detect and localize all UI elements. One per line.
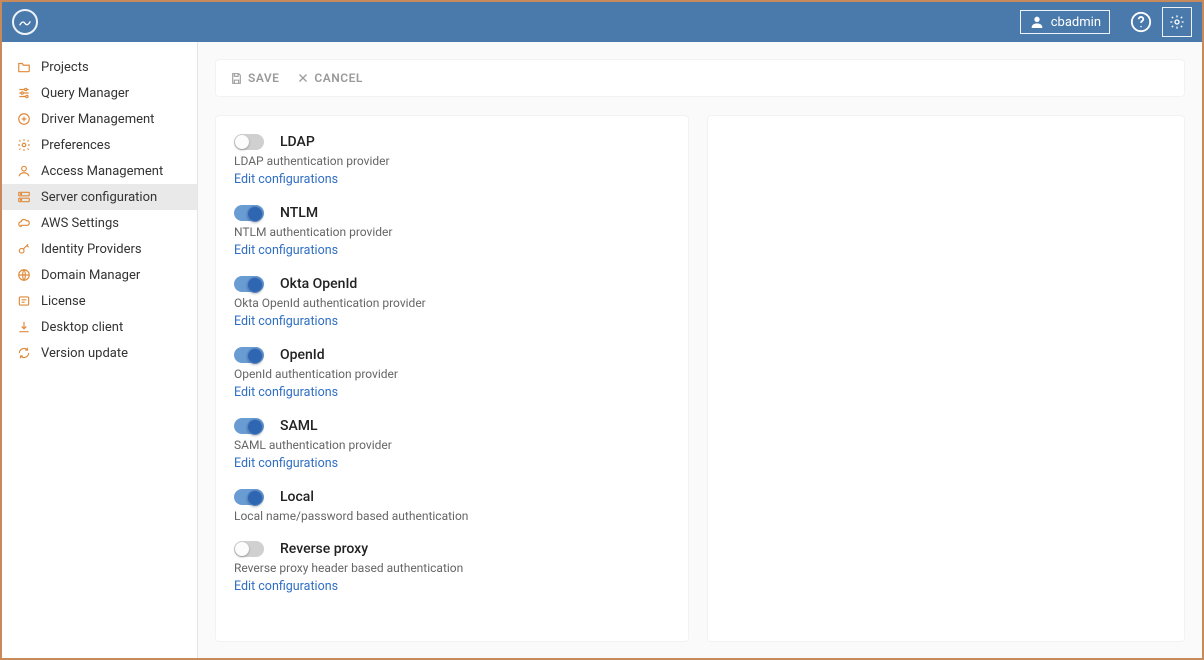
- provider-row: Okta OpenId Okta OpenId authentication pr…: [234, 276, 670, 329]
- edit-configurations-link[interactable]: Edit configurations: [234, 579, 670, 594]
- sidebar-item-projects[interactable]: Projects: [2, 54, 197, 80]
- content-area: SAVE CANCEL LDAP LDAP authentication prov…: [198, 42, 1202, 658]
- provider-toggle[interactable]: [234, 418, 264, 434]
- cancel-label: CANCEL: [314, 71, 362, 85]
- globe-icon: [16, 267, 32, 283]
- action-bar: SAVE CANCEL: [216, 60, 1184, 96]
- provider-description: LDAP authentication provider: [234, 154, 670, 168]
- provider-name: Okta OpenId: [280, 276, 357, 292]
- sidebar: Projects Query Manager Driver Management…: [2, 42, 198, 658]
- save-label: SAVE: [248, 71, 279, 85]
- sidebar-item-label: Driver Management: [41, 112, 154, 127]
- app-logo-icon[interactable]: [12, 9, 38, 35]
- username-label: cbadmin: [1051, 15, 1101, 30]
- sidebar-item-access-management[interactable]: Access Management: [2, 158, 197, 184]
- provider-name: Local: [280, 489, 314, 505]
- provider-row: LDAP LDAP authentication provider Edit con…: [234, 134, 670, 187]
- key-icon: [16, 241, 32, 257]
- sidebar-item-query-manager[interactable]: Query Manager: [2, 80, 197, 106]
- sidebar-item-server-configuration[interactable]: Server configuration: [2, 184, 197, 210]
- provider-name: SAML: [280, 418, 318, 434]
- update-icon: [16, 345, 32, 361]
- person-icon: [16, 163, 32, 179]
- edit-configurations-link[interactable]: Edit configurations: [234, 456, 670, 471]
- edit-configurations-link[interactable]: Edit configurations: [234, 314, 670, 329]
- sidebar-item-label: Query Manager: [41, 86, 129, 101]
- provider-row: NTLM NTLM authentication provider Edit con…: [234, 205, 670, 258]
- provider-row: Reverse proxy Reverse proxy header based …: [234, 541, 670, 594]
- sidebar-item-label: AWS Settings: [41, 216, 119, 231]
- sidebar-item-license[interactable]: License: [2, 288, 197, 314]
- provider-description: OpenId authentication provider: [234, 367, 670, 381]
- sidebar-item-preferences[interactable]: Preferences: [2, 132, 197, 158]
- download-icon: [16, 319, 32, 335]
- sidebar-item-version-update[interactable]: Version update: [2, 340, 197, 366]
- sidebar-item-label: Preferences: [41, 138, 110, 153]
- save-icon: [230, 72, 243, 85]
- provider-row: Local Local name/password based authentic…: [234, 489, 670, 523]
- sidebar-item-label: License: [41, 294, 86, 309]
- provider-description: SAML authentication provider: [234, 438, 670, 452]
- close-icon: [297, 72, 309, 84]
- provider-description: Okta OpenId authentication provider: [234, 296, 670, 310]
- sliders-icon: [16, 85, 32, 101]
- provider-name: NTLM: [280, 205, 318, 221]
- provider-description: NTLM authentication provider: [234, 225, 670, 239]
- sidebar-item-label: Domain Manager: [41, 268, 140, 283]
- edit-configurations-link[interactable]: Edit configurations: [234, 172, 670, 187]
- sidebar-item-driver-management[interactable]: Driver Management: [2, 106, 197, 132]
- user-icon: [1029, 14, 1045, 30]
- edit-configurations-link[interactable]: Edit configurations: [234, 243, 670, 258]
- sidebar-item-aws-settings[interactable]: AWS Settings: [2, 210, 197, 236]
- provider-description: Local name/password based authentication: [234, 509, 670, 523]
- provider-row: OpenId OpenId authentication provider Edit…: [234, 347, 670, 400]
- provider-toggle[interactable]: [234, 205, 264, 221]
- provider-toggle[interactable]: [234, 541, 264, 557]
- settings-button[interactable]: [1162, 7, 1192, 37]
- sidebar-item-domain-manager[interactable]: Domain Manager: [2, 262, 197, 288]
- help-button[interactable]: [1126, 7, 1156, 37]
- cloud-icon: [16, 215, 32, 231]
- provider-name: OpenId: [280, 347, 325, 363]
- providers-panel: LDAP LDAP authentication provider Edit con…: [216, 116, 688, 641]
- cancel-button[interactable]: CANCEL: [297, 71, 362, 85]
- provider-toggle[interactable]: [234, 134, 264, 150]
- server-icon: [16, 189, 32, 205]
- save-button[interactable]: SAVE: [230, 71, 279, 85]
- sidebar-item-desktop-client[interactable]: Desktop client: [2, 314, 197, 340]
- details-panel: [708, 116, 1184, 641]
- edit-configurations-link[interactable]: Edit configurations: [234, 385, 670, 400]
- sidebar-item-label: Access Management: [41, 164, 163, 179]
- driver-icon: [16, 111, 32, 127]
- sidebar-item-label: Version update: [41, 346, 128, 361]
- sidebar-item-label: Identity Providers: [41, 242, 142, 257]
- provider-name: Reverse proxy: [280, 541, 368, 557]
- gear-icon: [16, 137, 32, 153]
- license-icon: [16, 293, 32, 309]
- user-menu[interactable]: cbadmin: [1020, 10, 1110, 34]
- provider-toggle[interactable]: [234, 347, 264, 363]
- provider-toggle[interactable]: [234, 489, 264, 505]
- sidebar-item-label: Desktop client: [41, 320, 123, 335]
- provider-toggle[interactable]: [234, 276, 264, 292]
- provider-row: SAML SAML authentication provider Edit con…: [234, 418, 670, 471]
- sidebar-item-label: Server configuration: [41, 190, 157, 205]
- top-bar: cbadmin: [2, 2, 1202, 42]
- folder-icon: [16, 59, 32, 75]
- provider-name: LDAP: [280, 134, 315, 150]
- provider-description: Reverse proxy header based authenticatio…: [234, 561, 670, 575]
- sidebar-item-identity-providers[interactable]: Identity Providers: [2, 236, 197, 262]
- sidebar-item-label: Projects: [41, 60, 89, 75]
